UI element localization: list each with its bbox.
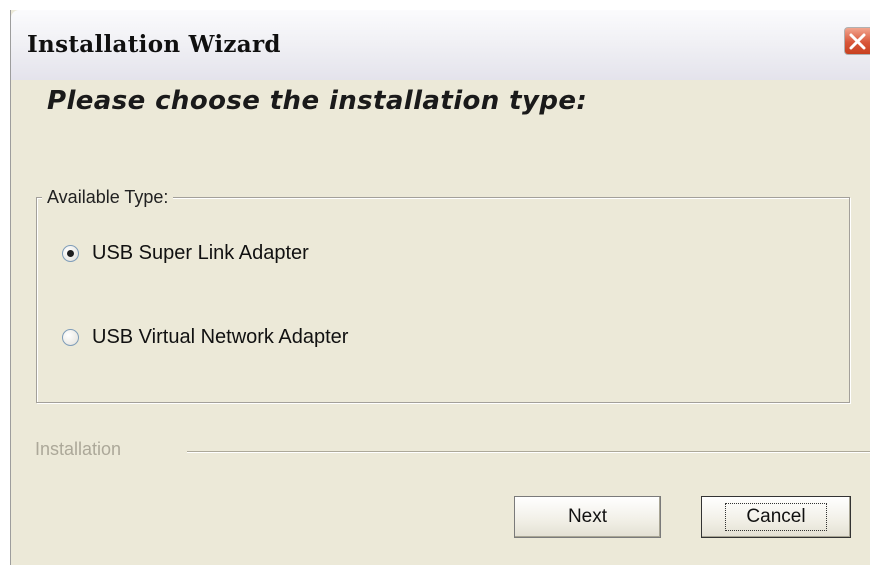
groupbox-legend: Available Type: [42, 187, 174, 208]
radio-option-usb-virtual-network[interactable]: USB Virtual Network Adapter [62, 326, 348, 349]
installation-wizard-window: Installation Wizard Please choose the in… [10, 10, 870, 565]
cancel-button[interactable]: Cancel [701, 496, 851, 538]
radio-option-label: USB Virtual Network Adapter [92, 326, 349, 348]
available-type-groupbox [36, 197, 850, 403]
radio-button-unselected[interactable] [62, 329, 79, 346]
section-divider [187, 451, 870, 453]
title-bar[interactable]: Installation Wizard [11, 10, 870, 80]
radio-button-selected[interactable] [62, 245, 79, 262]
close-x-icon [849, 33, 866, 50]
cancel-button-label: Cancel [725, 503, 827, 531]
next-button-label: Next [567, 506, 608, 527]
radio-option-label: USB Super Link Adapter [92, 242, 309, 264]
radio-option-usb-super-link[interactable]: USB Super Link Adapter [62, 242, 309, 265]
window-title: Installation Wizard [27, 31, 281, 58]
installation-section-label: Installation [35, 439, 122, 459]
page-heading: Please choose the installation type: [47, 86, 588, 116]
close-button[interactable] [844, 27, 870, 55]
next-button[interactable]: Next [514, 496, 661, 538]
